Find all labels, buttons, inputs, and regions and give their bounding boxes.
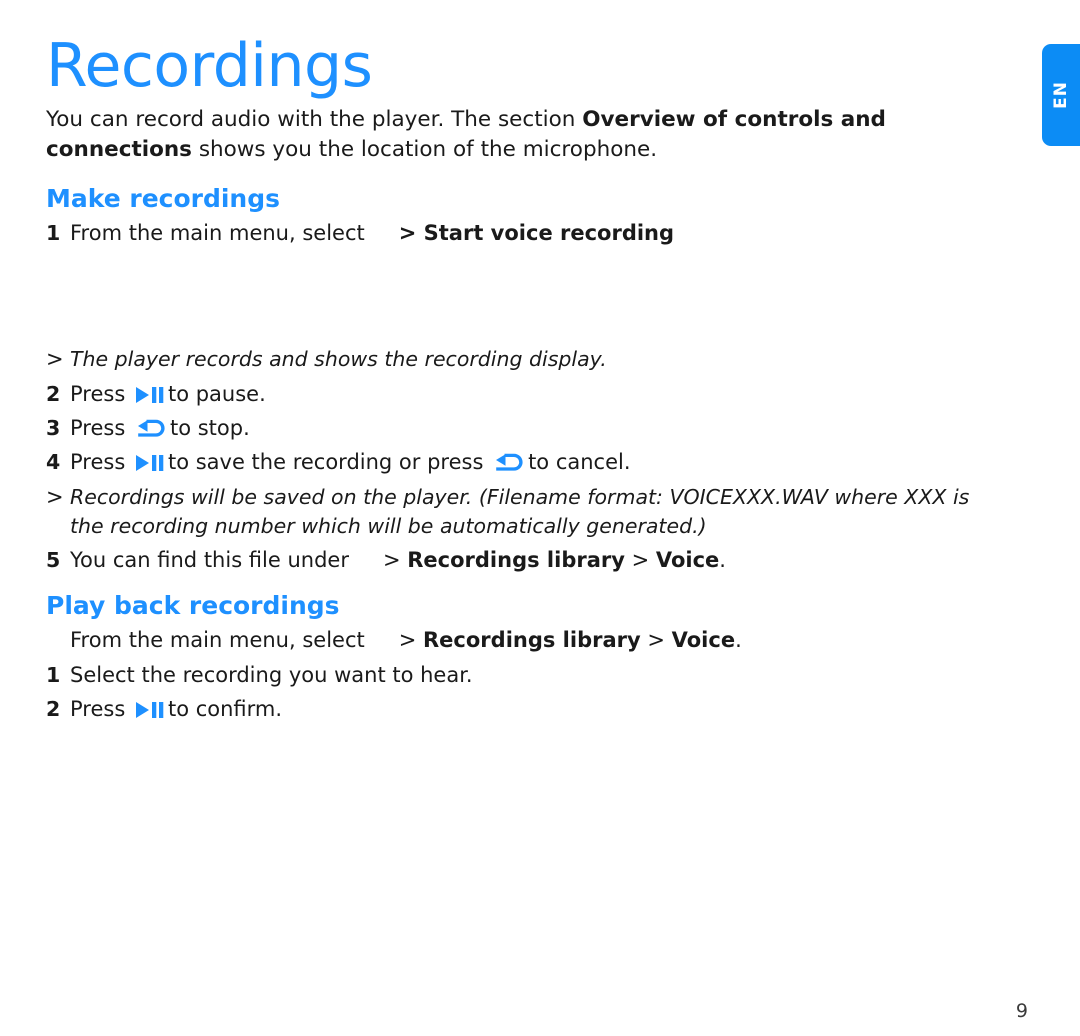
intro-text-part2: shows you the location of the microphone… [191, 137, 658, 163]
note-marker: > [46, 347, 64, 372]
step-body: Press to stop. [70, 414, 1006, 443]
step-marker: 5 [46, 548, 61, 572]
play-pause-icon [135, 451, 165, 472]
step-body: You can find this file under > Recordings… [70, 546, 1006, 575]
manual-page: EN Recordings You can record audio with … [0, 0, 1080, 1036]
language-tab-label: EN [1051, 81, 1071, 109]
menu-path-prefix: > [398, 628, 424, 653]
instruction-text: From the main menu, select [70, 628, 365, 653]
step-body: Press to confirm. [70, 695, 1006, 724]
instruction-body: From the main menu, select > Recordings l… [70, 626, 1006, 655]
menu-path-prefix: > [382, 548, 408, 572]
step-text-after: to pause. [167, 381, 266, 406]
note-text: Recordings will be saved on the player. … [70, 484, 970, 538]
note-item: > Recordings will be saved on the player… [46, 480, 1006, 543]
step-text-before: Press [70, 381, 126, 406]
back-arrow-icon [493, 452, 525, 472]
menu-icon-placeholder [365, 633, 399, 647]
menu-item-voice: Voice [655, 548, 720, 572]
page-content: Recordings You can record audio with the… [46, 34, 1006, 727]
menu-item-recordings-library: Recordings library [423, 628, 641, 653]
intro-paragraph: You can record audio with the player. Th… [46, 105, 998, 166]
step-item: 3 Press to stop. [46, 411, 1006, 445]
step-text: From the main menu, select [70, 220, 365, 245]
step-marker: 3 [46, 416, 61, 440]
step-item: 1 Select the recording you want to hear. [46, 658, 1006, 692]
menu-item-voice: Voice [671, 628, 736, 653]
note-text: The player records and shows the recordi… [70, 347, 607, 372]
step-item: 2 Press to pause. [46, 377, 1006, 411]
menu-icon-placeholder [365, 226, 399, 240]
instruction-item: From the main menu, select > Recordings l… [46, 623, 1006, 657]
step-text-before: Press [70, 416, 126, 440]
language-tab: EN [1042, 44, 1080, 146]
menu-item-recordings-library: Recordings library [407, 548, 625, 572]
step-marker: 2 [46, 381, 61, 406]
back-arrow-icon [135, 418, 167, 438]
menu-suffix: . [735, 628, 742, 653]
step-body: From the main menu, select > Start voice … [70, 219, 1006, 248]
step-marker: 1 [46, 662, 61, 687]
step-text: Select the recording you want to hear. [70, 662, 473, 687]
menu-icon-placeholder [349, 553, 383, 567]
step-text-after: to confirm. [167, 697, 283, 722]
step-marker: 4 [46, 450, 61, 475]
step-body: Press to pause. [70, 380, 1006, 409]
page-title: Recordings [46, 31, 373, 101]
step-marker: 1 [46, 220, 61, 245]
menu-separator: > [640, 628, 672, 653]
step-text-middle: to save the recording or press [167, 450, 484, 475]
intro-text-part1: You can record audio with the player. Th… [46, 106, 583, 132]
play-pause-icon [135, 383, 165, 403]
section-heading-make-recordings: Make recordings [46, 183, 281, 213]
menu-separator: > [624, 548, 656, 572]
step-text-after: to stop. [169, 416, 250, 440]
step-text: You can find this file under [70, 548, 349, 572]
note-marker: > [46, 484, 64, 509]
note-item: > The player records and shows the recor… [46, 342, 1006, 376]
illustration-blank-area [46, 250, 1006, 342]
step-text-after: to cancel. [528, 450, 631, 475]
step-item: 4 Press to save the recording or press t… [46, 445, 1006, 479]
section-heading-play-back-recordings: Play back recordings [46, 591, 340, 621]
page-number: 9 [1015, 1000, 1028, 1022]
step-marker: 2 [46, 697, 61, 722]
play-pause-icon [135, 698, 165, 719]
menu-suffix: . [719, 548, 726, 572]
step-body: Press to save the recording or press to … [70, 448, 1006, 477]
step-item: 2 Press to confirm. [46, 692, 1006, 726]
menu-path: > Start voice recording [398, 220, 675, 245]
step-text-before: Press [70, 697, 126, 722]
step-item: 5 You can find this file under > Recordin… [46, 543, 1006, 577]
step-item: 1 From the main menu, select > Start voic… [46, 216, 1006, 250]
step-text-before: Press [70, 450, 126, 475]
